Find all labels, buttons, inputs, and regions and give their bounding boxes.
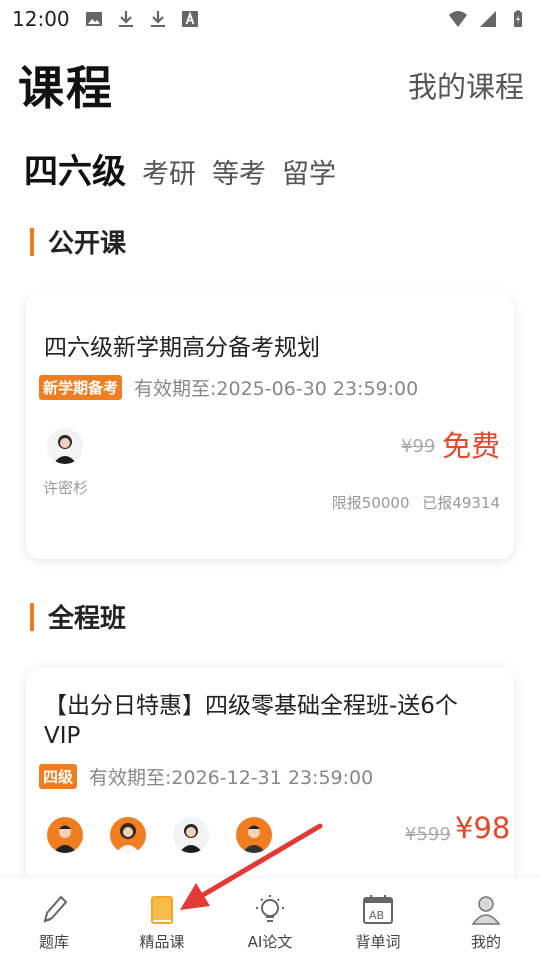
- signal-icon: [480, 11, 496, 27]
- enrollment-info: 限报50000 已报49314: [332, 492, 500, 513]
- course-price: ¥98: [455, 811, 511, 845]
- course-title-line: 【出分日特惠】四级零基础全程班-送6个: [44, 693, 458, 719]
- enrolled-count: 已报49314: [422, 494, 500, 512]
- course-title-line: VIP: [44, 723, 81, 749]
- tab-liuxue[interactable]: 留学: [282, 152, 336, 191]
- original-price: ¥99: [401, 436, 436, 457]
- person-icon: [242, 825, 266, 853]
- course-card-full[interactable]: 【出分日特惠】四级零基础全程班-送6个 VIP 四级 有效期至:2026-12-…: [26, 667, 514, 907]
- section-title: 全程班: [48, 604, 127, 634]
- status-notification-icons: [84, 9, 200, 29]
- course-price: 免费: [442, 429, 501, 463]
- enroll-limit: 限报50000: [331, 494, 410, 512]
- book-icon: [151, 896, 173, 924]
- teacher-avatar: [110, 817, 146, 853]
- calendar-icon: AB: [363, 895, 393, 924]
- course-title: 四六级新学期高分备考规划: [44, 335, 320, 361]
- nav-label: AI论文: [247, 933, 293, 951]
- teacher-avatar: [47, 428, 83, 464]
- my-courses-link[interactable]: 我的课程: [408, 64, 524, 106]
- page-title: 课程: [18, 61, 114, 115]
- teacher-avatar: [236, 817, 272, 853]
- status-bar: 12:00: [0, 0, 540, 38]
- section-accent-bar: [30, 227, 34, 256]
- download-icon: [118, 11, 133, 27]
- person-icon: [179, 824, 203, 853]
- pencil-icon: [43, 895, 68, 923]
- bottom-nav: 题库 精品课 AI论文 AB 背单词 我的: [0, 876, 540, 960]
- teacher-name: 许密杉: [43, 479, 89, 497]
- nav-item-ai-paper[interactable]: AI论文: [216, 877, 324, 960]
- lightbulb-icon: [256, 895, 284, 922]
- svg-text:AB: AB: [369, 909, 384, 922]
- course-tag: 新学期备考: [39, 375, 123, 400]
- nav-item-profile[interactable]: 我的: [432, 877, 540, 960]
- nav-item-vocabulary[interactable]: AB 背单词: [324, 877, 432, 960]
- tab-kaoyan[interactable]: 考研: [142, 152, 196, 191]
- nav-label: 题库: [38, 933, 69, 951]
- download-icon: [150, 11, 165, 27]
- section-title: 公开课: [48, 229, 127, 259]
- nav-item-premium-courses[interactable]: 精品课: [108, 877, 216, 960]
- section-accent-bar: [30, 602, 34, 631]
- original-price: ¥599: [405, 824, 451, 845]
- wifi-icon: [449, 11, 467, 27]
- course-card-open[interactable]: 四六级新学期高分备考规划 新学期备考 有效期至:2025-06-30 23:59…: [26, 293, 514, 559]
- teacher-avatar: [47, 817, 83, 853]
- status-system-icons: [448, 9, 528, 29]
- course-tag: 四级: [39, 764, 78, 789]
- nav-label: 我的: [470, 933, 501, 951]
- person-icon: [116, 823, 140, 853]
- nav-label: 背单词: [355, 933, 401, 951]
- category-tabs: 四六级 考研 等考 留学: [24, 144, 336, 193]
- nav-item-question-bank[interactable]: 题库: [0, 877, 108, 960]
- nav-label: 精品课: [139, 933, 185, 951]
- person-icon: [53, 435, 77, 464]
- battery-icon: [514, 10, 522, 27]
- course-validity: 有效期至:2026-12-31 23:59:00: [89, 767, 374, 789]
- person-icon: [53, 825, 77, 853]
- course-title: 【出分日特惠】四级零基础全程班-送6个 VIP: [44, 691, 458, 751]
- status-time: 12:00: [12, 7, 70, 31]
- course-validity: 有效期至:2025-06-30 23:59:00: [134, 378, 419, 400]
- user-icon: [471, 896, 501, 925]
- tab-cet[interactable]: 四六级: [24, 144, 126, 193]
- image-icon: [85, 12, 102, 26]
- section-header-full: 全程班: [30, 598, 126, 635]
- section-header-open: 公开课: [30, 223, 126, 260]
- teacher-avatar: [173, 817, 209, 853]
- font-a-icon: [181, 11, 198, 27]
- tab-dengkao[interactable]: 等考: [212, 152, 266, 191]
